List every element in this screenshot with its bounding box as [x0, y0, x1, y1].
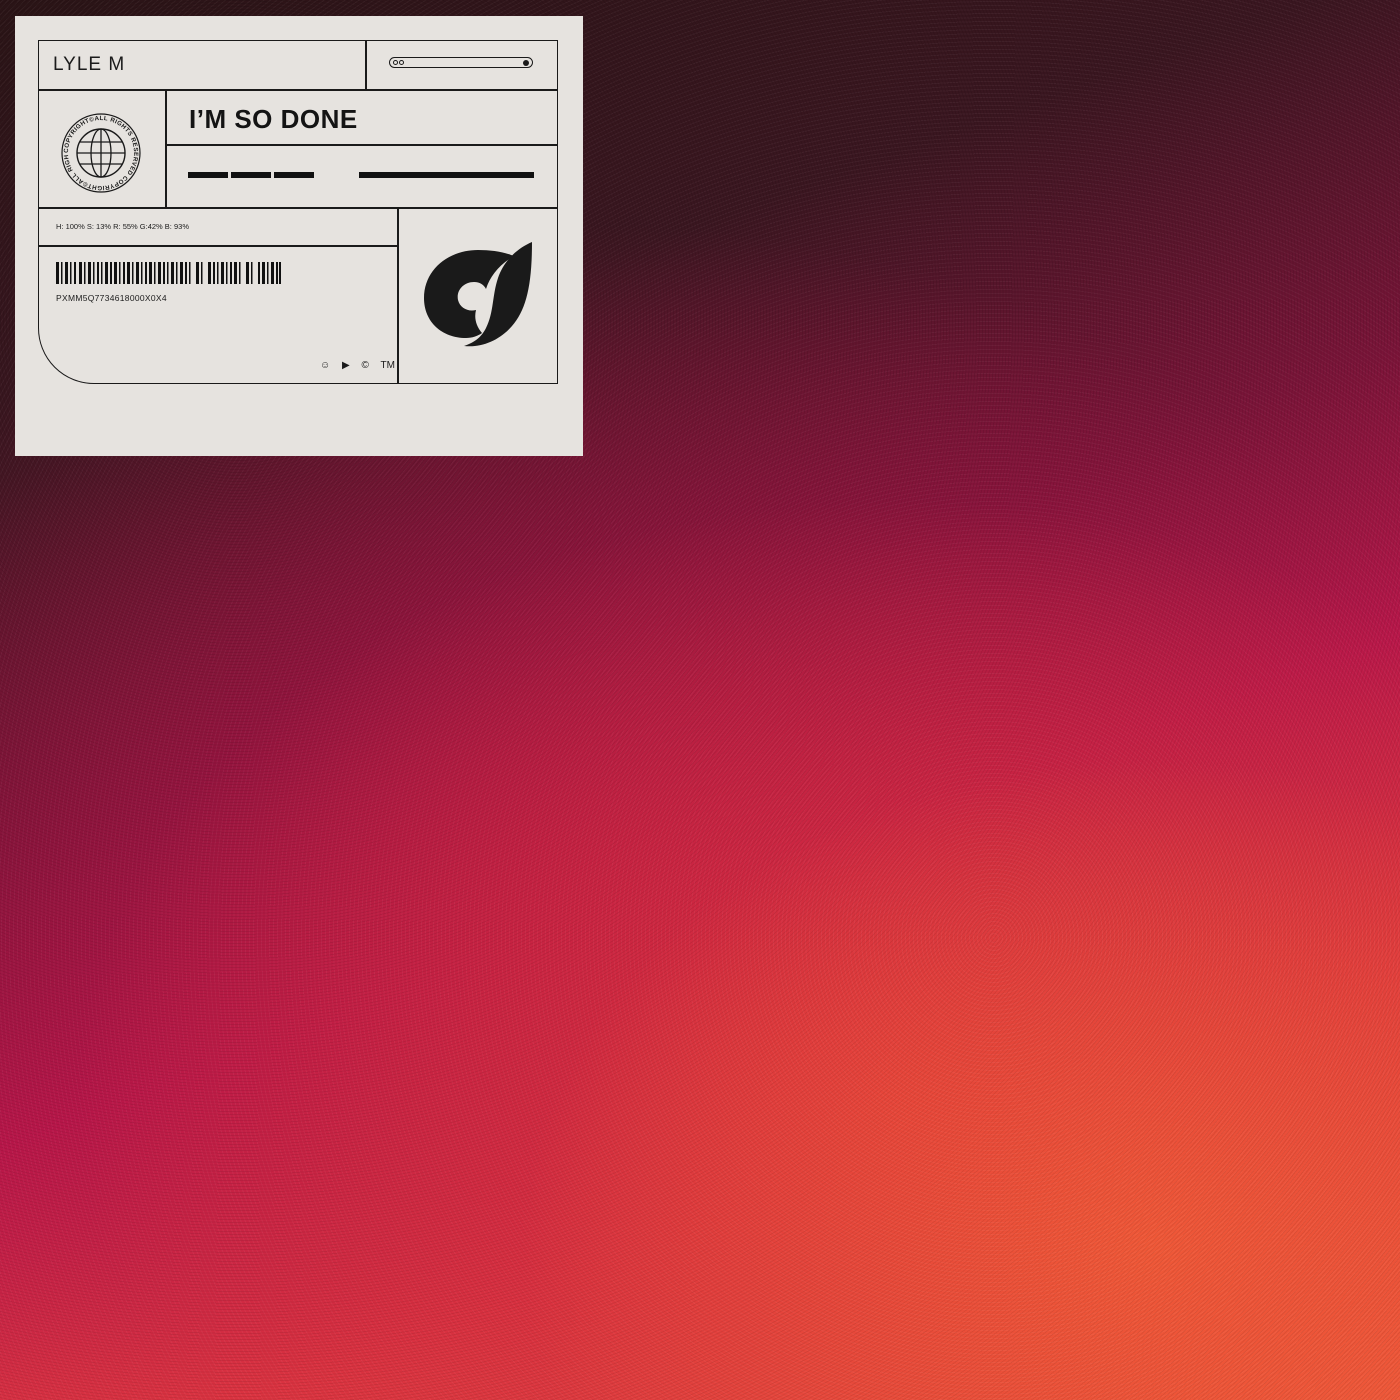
symbol-row: ☺ ▶ © TM	[320, 360, 404, 371]
play-icon: ▶	[342, 360, 350, 371]
artist-name: LYLE M	[53, 54, 126, 75]
dash-mark	[274, 172, 314, 178]
color-spec-text: H: 100% S: 13% R: 55% G:42% B: 93%	[56, 222, 189, 231]
dash-mark	[231, 172, 271, 178]
label-logo-icon	[424, 242, 532, 347]
trademark-icon: TM	[380, 360, 395, 371]
divider-line	[38, 245, 398, 247]
globe-seal-icon: COPYRIGHT©ALL RIGHTS RESERVED COPYRIGHT©…	[60, 112, 141, 193]
divider-line	[165, 89, 167, 208]
copyright-icon: ©	[361, 360, 369, 371]
release-label-card: LYLE M COPYRIGHT©ALL RIGHTS RESERVED COP…	[15, 16, 583, 456]
release-title: I’M SO DONE	[189, 104, 358, 134]
catalog-code: PXMM5Q7734618000X0X4	[56, 293, 167, 303]
progress-bar-icon	[389, 57, 533, 68]
dash-mark	[359, 172, 534, 178]
divider-line	[365, 40, 367, 90]
smiley-icon: ☺	[320, 360, 331, 371]
barcode-icon	[56, 262, 281, 284]
divider-line	[38, 207, 558, 209]
dash-mark	[188, 172, 228, 178]
divider-line	[166, 144, 558, 146]
divider-line	[397, 207, 399, 384]
divider-line	[38, 89, 558, 91]
